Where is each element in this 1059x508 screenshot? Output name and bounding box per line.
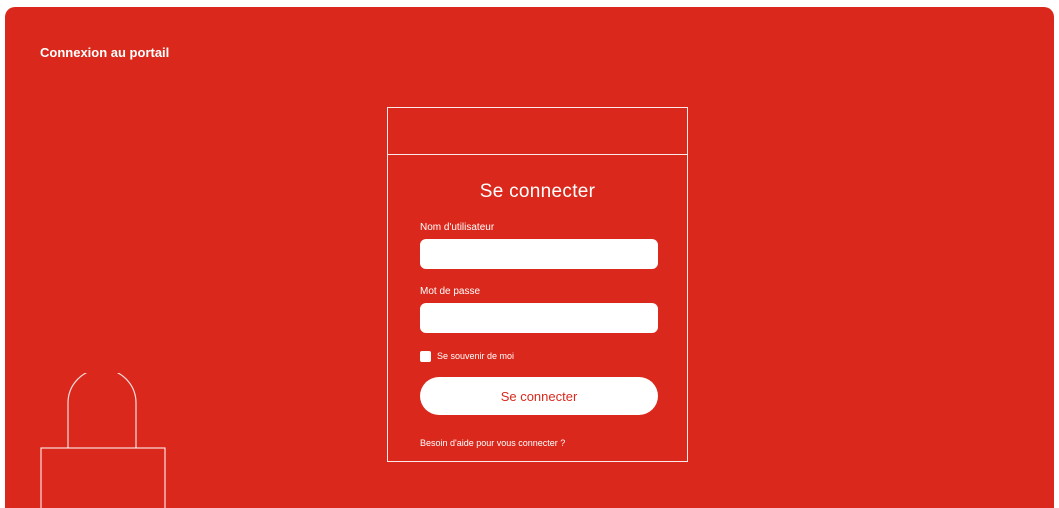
page-title: Connexion au portail	[40, 45, 170, 60]
remember-me-row: Se souvenir de moi	[420, 350, 514, 362]
password-input[interactable]	[420, 303, 658, 333]
password-label: Mot de passe	[420, 286, 481, 297]
padlock-outline-icon	[40, 373, 166, 508]
remember-me-checkbox[interactable]	[420, 350, 431, 362]
username-input[interactable]	[420, 239, 658, 269]
login-card-header	[388, 108, 687, 155]
remember-me-label: Se souvenir de moi	[437, 351, 515, 361]
login-page: Connexion au portail Se connecter Nom d'…	[5, 7, 1054, 508]
login-title: Se connecter	[479, 181, 596, 202]
login-submit-button[interactable]: Se connecter	[420, 377, 658, 415]
username-label: Nom d'utilisateur	[420, 222, 495, 233]
login-help-link[interactable]: Besoin d'aide pour vous connecter ?	[420, 437, 565, 449]
login-card: Se connecter Nom d'utilisateur Mot de pa…	[387, 107, 688, 462]
